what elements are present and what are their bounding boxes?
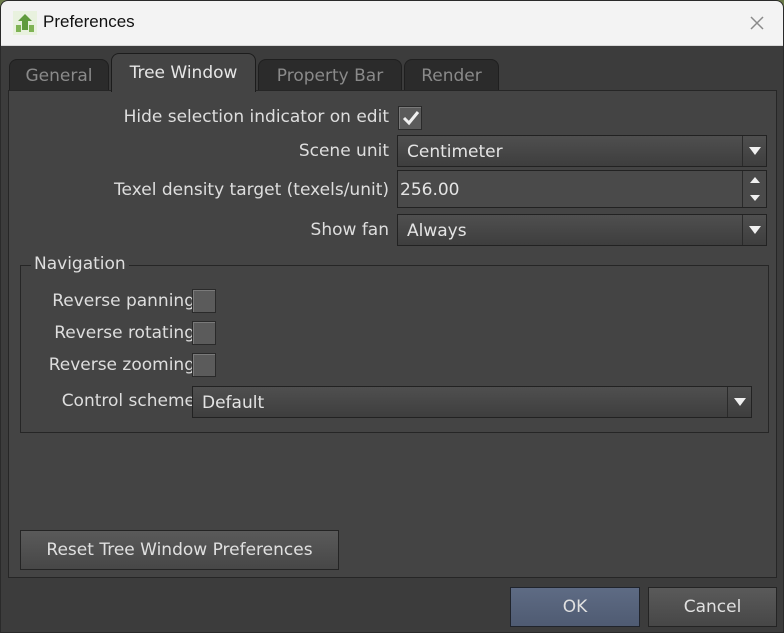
reverse-zooming-label: Reverse zooming — [48, 355, 195, 375]
scene-unit-value: Centimeter — [407, 142, 503, 162]
tab-tree-window[interactable]: Tree Window — [111, 53, 256, 92]
spin-buttons — [742, 171, 766, 207]
chevron-up-icon — [750, 177, 760, 183]
reverse-rotating-checkbox[interactable] — [192, 321, 216, 345]
chevron-down-icon — [750, 195, 760, 201]
show-fan-label: Show fan — [310, 220, 389, 240]
texel-density-spinbox[interactable]: 256.00 — [397, 170, 767, 208]
preferences-window: Preferences General Tree Window Property… — [0, 0, 784, 633]
tree-window-panel: Hide selection indicator on edit Scene u… — [8, 90, 777, 578]
navigation-group: Navigation Reverse panning Reverse rotat… — [20, 254, 769, 433]
reverse-panning-checkbox[interactable] — [192, 289, 216, 313]
tab-render[interactable]: Render — [404, 59, 499, 91]
texel-density-value: 256.00 — [400, 180, 460, 200]
title-bar: Preferences — [1, 1, 783, 46]
control-scheme-label: Control scheme — [61, 391, 195, 411]
spin-up-button[interactable] — [743, 171, 767, 189]
app-icon — [13, 11, 37, 35]
show-fan-value: Always — [407, 221, 467, 241]
control-scheme-value: Default — [202, 393, 265, 413]
window-title: Preferences — [43, 12, 135, 31]
ok-button[interactable]: OK — [510, 587, 640, 627]
chevron-down-icon — [742, 215, 766, 245]
chevron-down-icon — [742, 136, 766, 166]
scene-unit-select[interactable]: Centimeter — [397, 135, 767, 167]
show-fan-select[interactable]: Always — [397, 214, 767, 246]
hide-selection-label: Hide selection indicator on edit — [123, 107, 389, 127]
close-icon — [750, 16, 764, 30]
tab-bar: General Tree Window Property Bar Render — [1, 46, 783, 92]
control-scheme-select[interactable]: Default — [192, 386, 752, 418]
tab-general[interactable]: General — [9, 59, 109, 91]
reverse-panning-label: Reverse panning — [52, 291, 195, 311]
cancel-button[interactable]: Cancel — [648, 587, 777, 627]
chevron-down-icon — [727, 387, 751, 417]
checkmark-icon — [402, 111, 420, 126]
reverse-zooming-checkbox[interactable] — [192, 353, 216, 377]
hide-selection-checkbox[interactable] — [398, 106, 422, 130]
scene-unit-label: Scene unit — [298, 141, 389, 161]
navigation-title: Navigation — [31, 254, 129, 274]
close-button[interactable] — [741, 8, 773, 38]
tab-property-bar[interactable]: Property Bar — [258, 59, 402, 91]
spin-down-button[interactable] — [743, 189, 767, 207]
texel-density-label: Texel density target (texels/unit) — [114, 180, 389, 200]
reverse-rotating-label: Reverse rotating — [54, 323, 195, 343]
reset-preferences-button[interactable]: Reset Tree Window Preferences — [20, 530, 339, 570]
